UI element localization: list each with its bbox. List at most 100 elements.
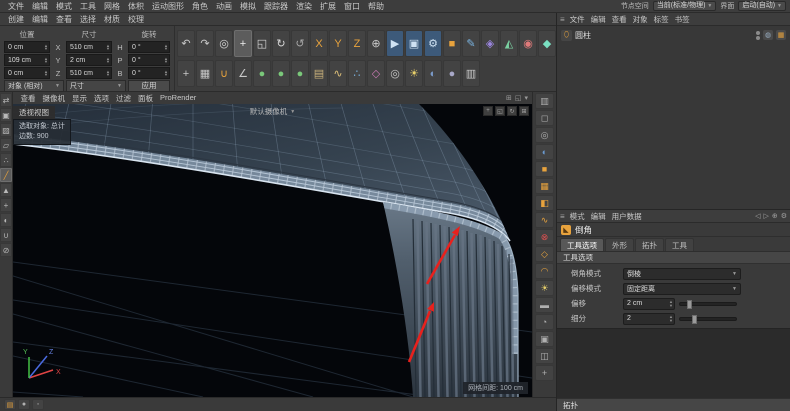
view-setting-icon[interactable]: ▥ (535, 93, 554, 109)
enable-axis-icon[interactable]: + (0, 198, 12, 212)
position-field[interactable]: 0 cm ▲ ▼ (4, 67, 50, 79)
menu-item[interactable]: 模拟 (236, 1, 260, 12)
deformer-icon[interactable]: ◇ (535, 246, 554, 262)
menu-item[interactable]: 运动图形 (148, 1, 188, 12)
spinner-icon[interactable]: ▲ ▼ (164, 56, 168, 63)
menu-item[interactable]: 校理 (124, 14, 148, 25)
lock-icon[interactable]: ⊘ (0, 243, 12, 257)
spinner-icon[interactable]: ▲ ▼ (164, 69, 168, 76)
history-back-icon[interactable]: ◁ (755, 212, 760, 220)
attribute-tab[interactable]: 外形 (605, 238, 634, 251)
menu-item[interactable]: 查看 (17, 93, 39, 104)
cube-primitive-icon[interactable]: ■ (535, 161, 554, 177)
size-field[interactable]: 510 cm ▲ ▼ (66, 41, 112, 53)
add-cube-icon[interactable]: ■ (443, 30, 461, 57)
menu-item[interactable]: 动画 (212, 1, 236, 12)
rotate-view-icon[interactable]: ↻ (507, 106, 517, 116)
model-mode-icon[interactable]: ▣ (0, 108, 12, 122)
menu-item[interactable]: 材质 (100, 14, 124, 25)
menu-item[interactable]: 摄像机 (39, 93, 69, 104)
field-slider[interactable] (679, 299, 737, 309)
solo-icon[interactable]: ◻ (535, 110, 554, 126)
menu-item[interactable]: 跟踪器 (260, 1, 292, 12)
rotation-field[interactable]: 0 ° ▲ ▼ (128, 41, 170, 53)
object-mode-select[interactable]: 对象 (相对) ▼ (4, 80, 64, 92)
light-create-icon[interactable]: ☀ (535, 280, 554, 296)
viewport-solo-icon[interactable]: ◐ (0, 213, 12, 227)
menu-item[interactable]: 模式 (52, 1, 76, 12)
spinner-icon[interactable]: ▲ ▼ (44, 69, 48, 76)
menu-item[interactable]: 窗口 (340, 1, 364, 12)
history-forward-icon[interactable]: ▷ (763, 212, 768, 220)
dynamics-icon-3[interactable]: ● (291, 60, 309, 87)
size-field[interactable]: 2 cm ▲ ▼ (66, 54, 112, 66)
workplane-mode-icon[interactable]: ▱ (0, 138, 12, 152)
spinner-icon[interactable]: ▲ ▼ (106, 56, 110, 63)
volume-builder-icon[interactable]: ◭ (500, 30, 518, 57)
dynamics-icon-1[interactable]: ● (253, 60, 271, 87)
spinner-icon[interactable]: ▲ ▼ (669, 315, 673, 322)
spinner-icon[interactable]: ▲ ▼ (44, 56, 48, 63)
camera-icon[interactable]: ◎ (386, 60, 404, 87)
viewport-maximize-icon[interactable]: ◱ (515, 94, 522, 102)
menu-item[interactable]: 书签 (672, 14, 693, 25)
spinner-icon[interactable]: ▲ ▼ (106, 43, 110, 50)
rotation-field[interactable]: 0 ° ▲ ▼ (128, 67, 170, 79)
modeling-axis-icon[interactable]: + (177, 60, 195, 87)
null-icon[interactable]: + (535, 365, 554, 381)
lock-z-icon[interactable]: Z (348, 30, 366, 57)
menu-item[interactable]: 编辑 (28, 1, 52, 12)
viewport-3d-canvas[interactable]: X Z Y 透视视图 选取对象: 总计 边数: 900 默认摄像机 ▼ + ◱ … (13, 104, 532, 397)
stage-icon[interactable]: ▣ (535, 331, 554, 347)
camera-nav-icon[interactable]: ◎ (535, 127, 554, 143)
floor-icon[interactable]: ▬ (535, 297, 554, 313)
redo-icon[interactable]: ↷ (196, 30, 214, 57)
spinner-icon[interactable]: ▲ ▼ (106, 69, 110, 76)
view-label[interactable]: 透视视图 (13, 106, 55, 119)
camera-select[interactable]: 默认摄像机 ▼ (250, 106, 295, 117)
status-layout-icon[interactable]: ▤ (4, 399, 16, 410)
points-mode-icon[interactable]: ∴ (0, 153, 12, 167)
attribute-tab[interactable]: 工具选项 (560, 238, 604, 251)
interface-select[interactable]: 启动(自动) ▼ (738, 1, 786, 11)
field-number-input[interactable]: 2 cm ▲ ▼ (623, 297, 675, 310)
menu-item[interactable]: 标签 (651, 14, 672, 25)
visibility-toggles[interactable] (756, 30, 760, 40)
subdivision-surface-icon[interactable]: ◈ (481, 30, 499, 57)
menu-item[interactable]: 文件 (4, 1, 28, 12)
polygons-mode-icon[interactable]: ▲ (0, 183, 12, 197)
viewport-split-icon[interactable]: ⊞ (506, 94, 512, 102)
menu-item[interactable]: 查看 (52, 14, 76, 25)
workplane-icon[interactable]: ▦ (196, 60, 214, 87)
dynamics-icon-2[interactable]: ● (272, 60, 290, 87)
menu-item[interactable]: 选择 (76, 14, 100, 25)
menu-item[interactable]: 扩展 (316, 1, 340, 12)
menu-item[interactable]: 过滤 (113, 93, 135, 104)
snap-enable-icon[interactable]: ∪ (0, 228, 12, 242)
attribute-tab[interactable]: 工具 (665, 238, 694, 251)
last-tool-icon[interactable]: ↺ (291, 30, 309, 57)
simulation-icon[interactable]: ◉ (519, 30, 537, 57)
tracker-icon[interactable]: ◇ (367, 60, 385, 87)
boole-icon[interactable]: ◧ (535, 195, 554, 211)
edges-mode-icon[interactable]: ╱ (0, 168, 12, 182)
coord-system-icon[interactable]: ⊕ (367, 30, 385, 57)
selection-tag-icon[interactable]: ▦ (776, 30, 786, 40)
slider-handle[interactable] (687, 299, 693, 309)
position-field[interactable]: 0 cm ▲ ▼ (4, 41, 50, 53)
cloth-icon[interactable]: ▤ (310, 60, 328, 87)
render-view-icon[interactable]: ▶ (386, 30, 404, 57)
live-selection-icon[interactable]: ◎ (215, 30, 233, 57)
particles-icon[interactable]: ∴ (348, 60, 366, 87)
zoom-view-icon[interactable]: ◱ (495, 106, 505, 116)
panel-settings-icon[interactable]: ⚙ (781, 212, 787, 220)
field-select[interactable]: 固定距离 ▼ (623, 282, 741, 295)
size-field[interactable]: 510 cm ▲ ▼ (66, 67, 112, 79)
menu-item[interactable]: 面板 (135, 93, 157, 104)
menu-item[interactable]: 编辑 (28, 14, 52, 25)
menu-item[interactable]: 编辑 (588, 211, 609, 222)
warning-icon[interactable]: ⊗ (535, 229, 554, 245)
spline-icon[interactable]: ∿ (535, 212, 554, 228)
menu-item[interactable]: 编辑 (588, 14, 609, 25)
menu-item[interactable]: 显示 (69, 93, 91, 104)
